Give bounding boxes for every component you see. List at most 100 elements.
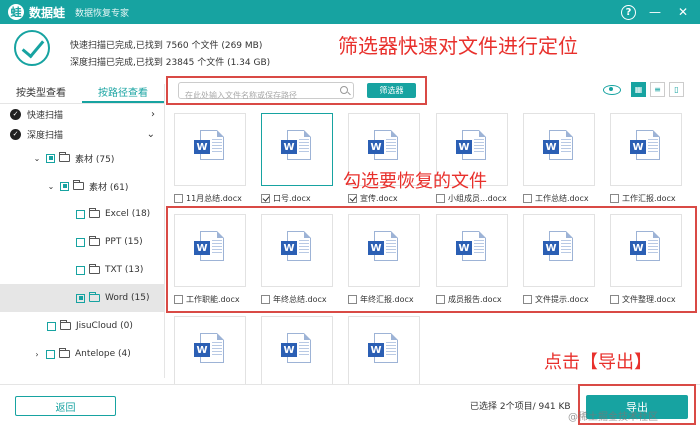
- checked-dot-icon: ✓: [10, 128, 21, 140]
- word-doc-icon: W: [368, 130, 398, 160]
- tree-label: 素材 (75): [75, 154, 115, 165]
- grid-view-button[interactable]: ▦: [631, 82, 646, 97]
- file-checkbox[interactable]: [348, 193, 357, 203]
- deep-scan-status: 深度扫描已完成,已找到 23845 个文件 (1.34 GB): [70, 58, 271, 68]
- doc-lines: [386, 139, 396, 153]
- tree-checkbox[interactable]: [47, 321, 56, 331]
- doc-lines: [648, 139, 658, 153]
- word-badge-icon: W: [281, 140, 297, 154]
- list-view-button[interactable]: ≡: [650, 82, 665, 97]
- tree-folder-ppt[interactable]: PPT (15): [0, 228, 164, 256]
- tree-checkbox[interactable]: [46, 153, 55, 163]
- file-card[interactable]: W: [523, 113, 595, 186]
- tree-checkbox[interactable]: [76, 293, 85, 303]
- detail-view-button[interactable]: ▯: [669, 82, 684, 97]
- eye-icon[interactable]: [603, 84, 621, 95]
- doc-lines: [212, 139, 222, 153]
- tree-folder-jisucloud[interactable]: JisuCloud (0): [0, 312, 164, 340]
- file-name: 口号.docx: [273, 193, 311, 203]
- file-checkbox[interactable]: [174, 193, 183, 203]
- expand-caret-icon[interactable]: ⌄: [46, 182, 56, 191]
- file-card[interactable]: W: [348, 316, 420, 389]
- tree-label: Excel (18): [105, 209, 151, 219]
- folder-icon: [89, 292, 100, 302]
- file-name: 宣传.docx: [360, 193, 398, 203]
- tree-folder-materials-sub[interactable]: ⌄ 素材 (61): [0, 172, 164, 200]
- file-card[interactable]: W: [174, 316, 246, 389]
- doc-lines: [386, 342, 396, 356]
- frog-logo-icon: 蛙: [8, 4, 24, 20]
- file-caption: 口号.docx: [261, 192, 347, 204]
- file-card[interactable]: W: [174, 113, 246, 186]
- tree-quick-scan[interactable]: ✓ 快速扫描 ›: [0, 104, 164, 124]
- word-doc-icon: W: [456, 130, 486, 160]
- file-checkbox[interactable]: [261, 193, 270, 203]
- file-caption: 11月总结.docx: [174, 192, 260, 204]
- doc-lines: [474, 139, 484, 153]
- word-doc-icon: W: [281, 130, 311, 160]
- word-badge-icon: W: [630, 140, 646, 154]
- word-badge-icon: W: [194, 140, 210, 154]
- minimize-button[interactable]: —: [646, 3, 664, 21]
- app-subtitle: 数据恢复专家: [75, 8, 130, 19]
- close-button[interactable]: ✕: [674, 3, 692, 21]
- folder-icon: [89, 208, 100, 218]
- word-doc-icon: W: [194, 130, 224, 160]
- word-doc-icon: W: [543, 130, 573, 160]
- tab-by-path[interactable]: 按路径查看: [82, 84, 164, 103]
- word-badge-icon: W: [368, 343, 384, 357]
- back-button[interactable]: 返回: [15, 396, 116, 416]
- file-card[interactable]: W: [261, 113, 333, 186]
- file-card[interactable]: W: [610, 113, 682, 186]
- tree-deep-scan[interactable]: ✓ 深度扫描 ⌄: [0, 124, 164, 144]
- file-caption: 宣传.docx: [348, 192, 434, 204]
- tree-checkbox[interactable]: [46, 349, 55, 359]
- tree-folder-word[interactable]: Word (15): [0, 284, 164, 312]
- tree-checkbox[interactable]: [76, 265, 85, 275]
- app-name: 数据蛙: [29, 5, 66, 20]
- annotation-check: 勾选要恢复的文件: [343, 171, 487, 192]
- word-badge-icon: W: [456, 140, 472, 154]
- word-doc-icon: W: [368, 333, 398, 363]
- word-badge-icon: W: [543, 140, 559, 154]
- word-doc-icon: W: [194, 333, 224, 363]
- word-badge-icon: W: [281, 343, 297, 357]
- left-panel: 按类型查看 按路径查看 ✓ 快速扫描 › ✓ 深度扫描 ⌄ ⌄ 素材 (75) …: [0, 84, 165, 378]
- chevron-right-icon[interactable]: ›: [151, 109, 155, 120]
- tree-folder-txt[interactable]: TXT (13): [0, 256, 164, 284]
- folder-icon: [89, 264, 100, 274]
- tree-label: 快速扫描: [27, 110, 64, 121]
- tree-checkbox[interactable]: [76, 209, 85, 219]
- folder-icon: [59, 348, 70, 358]
- chevron-right-icon[interactable]: ›: [32, 350, 42, 359]
- chevron-down-icon[interactable]: ⌄: [147, 129, 155, 140]
- tree-folder-materials[interactable]: ⌄ 素材 (75): [0, 144, 164, 172]
- tree-folder-antelope[interactable]: › Antelope (4): [0, 340, 164, 368]
- doc-lines: [561, 139, 571, 153]
- file-card[interactable]: W: [261, 316, 333, 389]
- word-doc-icon: W: [281, 333, 311, 363]
- checked-dot-icon: ✓: [10, 108, 21, 120]
- help-icon[interactable]: ?: [621, 4, 636, 20]
- doc-lines: [299, 342, 309, 356]
- view-tabs: 按类型查看 按路径查看: [0, 84, 164, 104]
- file-checkbox[interactable]: [523, 193, 532, 203]
- doc-lines: [212, 342, 222, 356]
- file-name: 11月总结.docx: [186, 193, 242, 203]
- tree-checkbox[interactable]: [76, 237, 85, 247]
- folder-icon: [89, 236, 100, 246]
- tree-folder-excel[interactable]: Excel (18): [0, 200, 164, 228]
- tree-label: TXT (13): [105, 265, 144, 275]
- quick-scan-status: 快速扫描已完成,已找到 7560 个文件 (269 MB): [70, 41, 263, 51]
- tree-label: 素材 (61): [89, 182, 129, 193]
- file-checkbox[interactable]: [436, 193, 445, 203]
- app-logo: 蛙 数据蛙 数据恢复专家: [8, 4, 129, 21]
- folder-icon: [60, 320, 71, 330]
- view-controls: ▦ ≡ ▯: [603, 82, 684, 97]
- tab-by-type[interactable]: 按类型查看: [0, 84, 82, 103]
- tree-checkbox[interactable]: [60, 181, 69, 191]
- expand-caret-icon[interactable]: ⌄: [32, 154, 42, 163]
- tree-label: 深度扫描: [27, 130, 64, 141]
- tree-label: JisuCloud (0): [76, 321, 133, 331]
- file-checkbox[interactable]: [610, 193, 619, 203]
